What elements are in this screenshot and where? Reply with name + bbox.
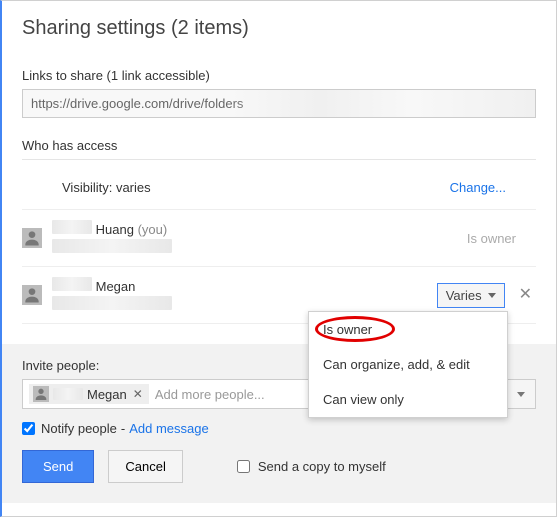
remove-user-button[interactable]: ✕ bbox=[519, 287, 532, 303]
links-label: Links to share (1 link accessible) bbox=[22, 68, 536, 83]
redaction-overlay bbox=[53, 388, 83, 400]
redaction-overlay bbox=[52, 220, 92, 234]
permission-current: Varies bbox=[446, 288, 482, 303]
you-suffix: (you) bbox=[138, 222, 168, 237]
access-row-owner: Huang (you) Is owner bbox=[22, 210, 536, 267]
permission-option-owner[interactable]: Is owner bbox=[309, 312, 507, 347]
person-icon bbox=[33, 386, 49, 402]
notify-label: Notify people bbox=[41, 421, 117, 436]
person-icon bbox=[22, 285, 42, 305]
permission-dropdown-button[interactable]: Varies bbox=[437, 283, 505, 308]
redaction-overlay bbox=[228, 90, 535, 117]
access-row-user: Megan Varies ✕ Is owner Can organize, ad… bbox=[22, 267, 536, 324]
invite-placeholder: Add more people... bbox=[155, 387, 265, 402]
add-message-link[interactable]: Add message bbox=[129, 421, 209, 436]
chip-remove-button[interactable]: ✕ bbox=[131, 387, 145, 401]
person-icon bbox=[22, 228, 42, 248]
share-link-text: https://drive.google.com/drive/folders bbox=[31, 96, 243, 111]
person-name: Megan bbox=[96, 279, 136, 294]
caret-down-icon bbox=[488, 293, 496, 298]
redaction-overlay bbox=[52, 296, 172, 310]
role-label-owner: Is owner bbox=[467, 231, 536, 246]
notify-checkbox[interactable] bbox=[22, 422, 35, 435]
person-name: Huang bbox=[96, 222, 134, 237]
send-button[interactable]: Send bbox=[22, 450, 94, 483]
permission-option-edit[interactable]: Can organize, add, & edit bbox=[309, 347, 507, 382]
redaction-overlay bbox=[52, 239, 172, 253]
share-link-input[interactable]: https://drive.google.com/drive/folders bbox=[22, 89, 536, 118]
caret-down-icon bbox=[517, 392, 525, 397]
option-label: Is owner bbox=[323, 322, 372, 337]
chip-name: Megan bbox=[87, 387, 127, 402]
permission-option-view[interactable]: Can view only bbox=[309, 382, 507, 417]
permission-dropdown-menu: Is owner Can organize, add, & edit Can v… bbox=[308, 311, 508, 418]
send-copy-label: Send a copy to myself bbox=[258, 459, 386, 474]
cancel-button[interactable]: Cancel bbox=[108, 450, 182, 483]
dialog-title: Sharing settings (2 items) bbox=[22, 17, 536, 40]
visibility-label: Visibility: varies bbox=[62, 180, 151, 195]
dash: - bbox=[121, 421, 125, 436]
redaction-overlay bbox=[52, 277, 92, 291]
access-heading: Who has access bbox=[22, 138, 536, 153]
change-visibility-link[interactable]: Change... bbox=[450, 180, 536, 195]
send-copy-checkbox[interactable] bbox=[237, 460, 250, 473]
divider bbox=[22, 159, 536, 160]
person-chip: Megan ✕ bbox=[29, 384, 149, 404]
